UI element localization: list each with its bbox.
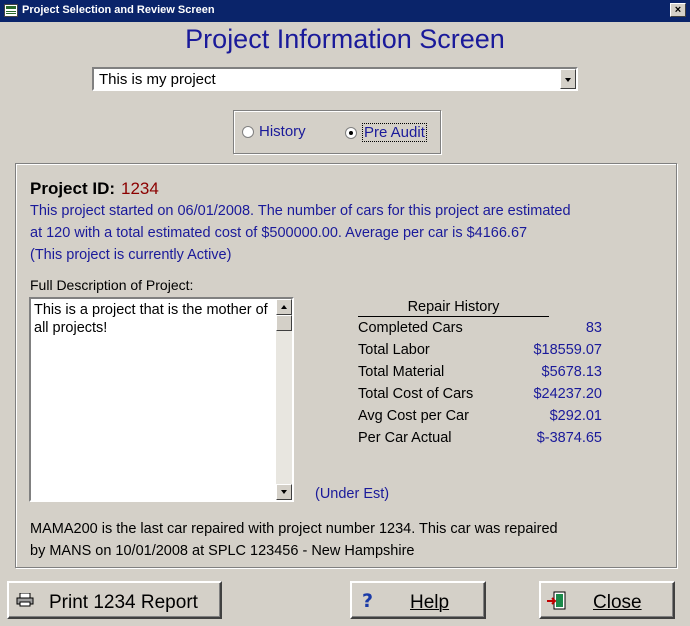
project-select-value: This is my project [99, 71, 216, 88]
repair-history-row: Completed Cars 83 [358, 320, 602, 340]
repair-history-label: Completed Cars [358, 320, 463, 336]
last-repair-line: MAMA200 is the last car repaired with pr… [30, 521, 558, 537]
repair-history-row: Total Cost of Cars $24237.20 [358, 386, 602, 406]
description-scrollbar[interactable] [276, 299, 292, 500]
help-label: Help [410, 592, 450, 613]
repair-history-row: Avg Cost per Car $292.01 [358, 408, 602, 428]
repair-history-label: Avg Cost per Car [358, 408, 469, 424]
summary-line: at 120 with a total estimated cost of $5… [30, 225, 528, 241]
repair-history-label: Total Cost of Cars [358, 386, 474, 402]
radio-pre-audit-dot[interactable] [345, 126, 357, 139]
scroll-thumb[interactable] [276, 315, 292, 331]
radio-history-dot[interactable] [242, 125, 254, 138]
print-report-button[interactable]: Print 1234 Report [7, 581, 222, 619]
close-label: Close [593, 592, 642, 613]
help-button[interactable]: ? Help [350, 581, 486, 619]
scroll-down-icon[interactable] [276, 484, 292, 500]
app-icon [4, 4, 18, 17]
repair-history-label: Total Labor [358, 342, 430, 358]
print-report-label: Print 1234 Report [49, 592, 198, 613]
repair-history-value: $-3874.65 [536, 430, 602, 446]
radio-history-label: History [259, 123, 306, 140]
radio-pre-audit-label: Pre Audit [362, 123, 427, 142]
repair-history-value: $18559.07 [533, 342, 602, 358]
repair-history-label: Per Car Actual [358, 430, 452, 446]
description-textarea[interactable]: This is a project that is the mother of … [29, 297, 294, 502]
title-bar: Project Selection and Review Screen × [0, 0, 690, 22]
last-repair-line: by MANS on 10/01/2008 at SPLC 123456 - N… [30, 543, 415, 559]
project-id-value: 1234 [121, 179, 159, 198]
printer-icon [16, 593, 34, 607]
question-mark-icon: ? [362, 590, 374, 612]
summary-line: (This project is currently Active) [30, 247, 232, 263]
repair-history-value: $5678.13 [541, 364, 602, 380]
repair-history-row: Total Material $5678.13 [358, 364, 602, 384]
exit-door-icon [547, 591, 566, 610]
window-title: Project Selection and Review Screen [22, 4, 215, 16]
window-close-button[interactable]: × [670, 3, 686, 17]
mode-radio-group: History Pre Audit [233, 110, 441, 154]
repair-history-title: Repair History [358, 299, 549, 317]
radio-pre-audit[interactable]: Pre Audit [345, 123, 427, 142]
radio-history[interactable]: History [242, 123, 306, 140]
project-summary: This project started on 06/01/2008. The … [30, 200, 630, 266]
repair-history-value: $292.01 [549, 408, 602, 424]
chevron-down-icon[interactable] [560, 69, 576, 89]
description-text: This is a project that is the mother of … [34, 302, 268, 336]
project-id-label: Project ID: [30, 179, 116, 198]
close-button[interactable]: Close [539, 581, 675, 619]
repair-history-row: Per Car Actual $-3874.65 [358, 430, 602, 450]
repair-history-value: $24237.20 [533, 386, 602, 402]
repair-history-label: Total Material [358, 364, 445, 380]
last-repair-info: MAMA200 is the last car repaired with pr… [30, 518, 558, 562]
scroll-up-icon[interactable] [276, 299, 292, 315]
description-label: Full Description of Project: [30, 277, 194, 293]
page-title: Project Information Screen [185, 24, 505, 54]
repair-history-row: Total Labor $18559.07 [358, 342, 602, 362]
estimate-status-note: (Under Est) [315, 486, 390, 502]
repair-history-value: 83 [585, 320, 602, 336]
project-select[interactable]: This is my project [92, 67, 578, 91]
summary-line: This project started on 06/01/2008. The … [30, 203, 571, 219]
